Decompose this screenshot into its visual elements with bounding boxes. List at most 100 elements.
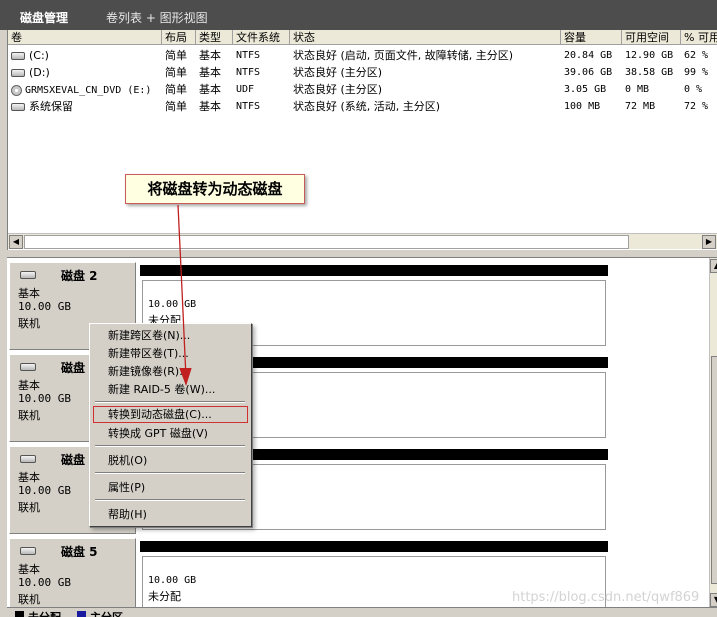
menu-separator: [95, 401, 245, 403]
volume-capacity: 39.06 GB: [564, 67, 613, 78]
disk-name: 磁盘 5: [61, 545, 98, 559]
context-menu: 新建跨区卷(N)... 新建带区卷(T)... 新建镜像卷(R)... 新建 R…: [89, 323, 252, 527]
disk-icon: [20, 363, 36, 371]
volume-name: 系统保留: [8, 98, 162, 115]
column-header: 卷 布局 类型 文件系统 状态 容量 可用空间 % 可用: [8, 30, 717, 45]
scroll-left-icon[interactable]: ◀: [9, 235, 23, 249]
watermark: https://blog.csdn.net/qwf869: [512, 590, 700, 605]
col-type[interactable]: 类型: [196, 30, 233, 45]
partition-size: 10.00 GB: [148, 299, 197, 310]
horizontal-scrollbar[interactable]: ◀ ▶: [8, 233, 717, 249]
volume-fs: UDF: [236, 84, 255, 95]
col-volume[interactable]: 卷: [8, 30, 162, 45]
menu-convert-dynamic-disk[interactable]: 转换到动态磁盘(C)...: [93, 406, 248, 423]
disk-entry: 磁盘 5 基本 10.00 GB 联机 10.00 GB 未分配: [7, 538, 608, 617]
partition-bar: [140, 541, 608, 552]
volume-name-text: GRMSXEVAL_CN_DVD (E:): [25, 85, 152, 96]
menu-new-spanned-volume[interactable]: 新建跨区卷(N)...: [93, 327, 248, 344]
volume-free: 0 MB: [625, 84, 650, 95]
partition-bar: [140, 265, 608, 276]
volume-list: 卷 布局 类型 文件系统 状态 容量 可用空间 % 可用 (C:) 简单 基本 …: [7, 30, 717, 250]
menu-separator: [95, 472, 245, 474]
volume-name: (D:): [8, 64, 162, 81]
drive-icon: [11, 103, 25, 111]
legend-unallocated: 未分配: [28, 609, 61, 617]
volume-name: (C:): [8, 47, 162, 64]
disk-size: 10.00 GB: [18, 300, 71, 313]
col-filesystem[interactable]: 文件系统: [233, 30, 290, 45]
volume-status: 状态良好 (主分区): [293, 83, 383, 96]
volume-layout: 简单: [165, 49, 187, 62]
scroll-thumb[interactable]: [24, 235, 629, 249]
volume-capacity: 3.05 GB: [564, 84, 607, 95]
volume-row[interactable]: GRMSXEVAL_CN_DVD (E:) 简单 基本 UDF 状态良好 (主分…: [8, 81, 717, 98]
volume-row[interactable]: 系统保留 简单 基本 NTFS 状态良好 (系统, 活动, 主分区) 100 M…: [8, 98, 717, 115]
vertical-scrollbar[interactable]: ▲ ▼: [709, 258, 717, 608]
partition-state: 未分配: [148, 590, 181, 603]
volume-type: 基本: [199, 100, 221, 113]
disk-state: 联机: [18, 317, 40, 330]
disk-name: 磁盘 2: [61, 269, 98, 283]
volume-type: 基本: [199, 49, 221, 62]
menu-offline[interactable]: 脱机(O): [93, 452, 248, 469]
volume-type: 基本: [199, 83, 221, 96]
scroll-up-icon[interactable]: ▲: [710, 259, 717, 273]
volume-status: 状态良好 (启动, 页面文件, 故障转储, 主分区): [293, 49, 514, 62]
menu-new-striped-volume[interactable]: 新建带区卷(T)...: [93, 345, 248, 362]
volume-layout: 简单: [165, 100, 187, 113]
col-layout[interactable]: 布局: [162, 30, 196, 45]
volume-row[interactable]: (D:) 简单 基本 NTFS 状态良好 (主分区) 39.06 GB 38.5…: [8, 64, 717, 81]
volume-name-text: (C:): [29, 49, 49, 62]
title-bar: 磁盘管理 卷列表 + 图形视图: [0, 0, 717, 30]
view-mode-label[interactable]: 卷列表 + 图形视图: [106, 9, 208, 26]
volume-row[interactable]: (C:) 简单 基本 NTFS 状态良好 (启动, 页面文件, 故障转储, 主分…: [8, 47, 717, 64]
volume-pct: 72 %: [684, 101, 709, 112]
cd-icon: [11, 84, 22, 96]
legend-bar: 未分配 主分区: [7, 607, 717, 617]
volume-status: 状态良好 (系统, 活动, 主分区): [293, 100, 441, 113]
volume-type: 基本: [199, 66, 221, 79]
disk-kind: 基本: [18, 379, 40, 392]
disk-size: 10.00 GB: [18, 576, 71, 589]
disk-kind: 基本: [18, 471, 40, 484]
volume-fs: NTFS: [236, 67, 261, 78]
col-free-space[interactable]: 可用空间: [622, 30, 681, 45]
scroll-thumb[interactable]: [711, 356, 717, 584]
menu-separator: [95, 499, 245, 501]
volume-pct: 62 %: [684, 50, 709, 61]
volume-pct: 99 %: [684, 67, 709, 78]
scroll-down-icon[interactable]: ▼: [710, 593, 717, 607]
col-percent-free[interactable]: % 可用: [681, 30, 717, 45]
menu-properties[interactable]: 属性(P): [93, 479, 248, 496]
disk-icon: [20, 547, 36, 555]
col-capacity[interactable]: 容量: [561, 30, 622, 45]
volume-name-text: (D:): [29, 66, 50, 79]
scroll-right-icon[interactable]: ▶: [702, 235, 716, 249]
disk-info-panel[interactable]: 磁盘 5 基本 10.00 GB 联机: [9, 538, 136, 617]
volume-pct: 0 %: [684, 84, 703, 95]
unallocated-swatch: [15, 611, 24, 617]
volume-status: 状态良好 (主分区): [293, 66, 383, 79]
menu-convert-gpt-disk[interactable]: 转换成 GPT 磁盘(V): [93, 425, 248, 442]
menu-new-raid5-volume[interactable]: 新建 RAID-5 卷(W)...: [93, 381, 248, 398]
disk-kind: 基本: [18, 287, 40, 300]
volume-free: 72 MB: [625, 101, 656, 112]
disk-state: 联机: [18, 593, 40, 606]
disk-icon: [20, 271, 36, 279]
volume-name-text: 系统保留: [29, 100, 73, 113]
disk-state: 联机: [18, 501, 40, 514]
disk-size: 10.00 GB: [18, 484, 71, 497]
col-status[interactable]: 状态: [290, 30, 561, 45]
menu-help[interactable]: 帮助(H): [93, 506, 248, 523]
menu-new-mirrored-volume[interactable]: 新建镜像卷(R)...: [93, 363, 248, 380]
volume-fs: NTFS: [236, 50, 261, 61]
disk-state: 联机: [18, 409, 40, 422]
volume-free: 12.90 GB: [625, 50, 674, 61]
drive-icon: [11, 69, 25, 77]
volume-name: GRMSXEVAL_CN_DVD (E:): [8, 81, 162, 98]
partition-size: 10.00 GB: [148, 575, 197, 586]
volume-layout: 简单: [165, 66, 187, 79]
volume-capacity: 20.84 GB: [564, 50, 613, 61]
partition-block[interactable]: 10.00 GB 未分配: [140, 541, 608, 617]
legend-primary: 主分区: [90, 609, 123, 617]
